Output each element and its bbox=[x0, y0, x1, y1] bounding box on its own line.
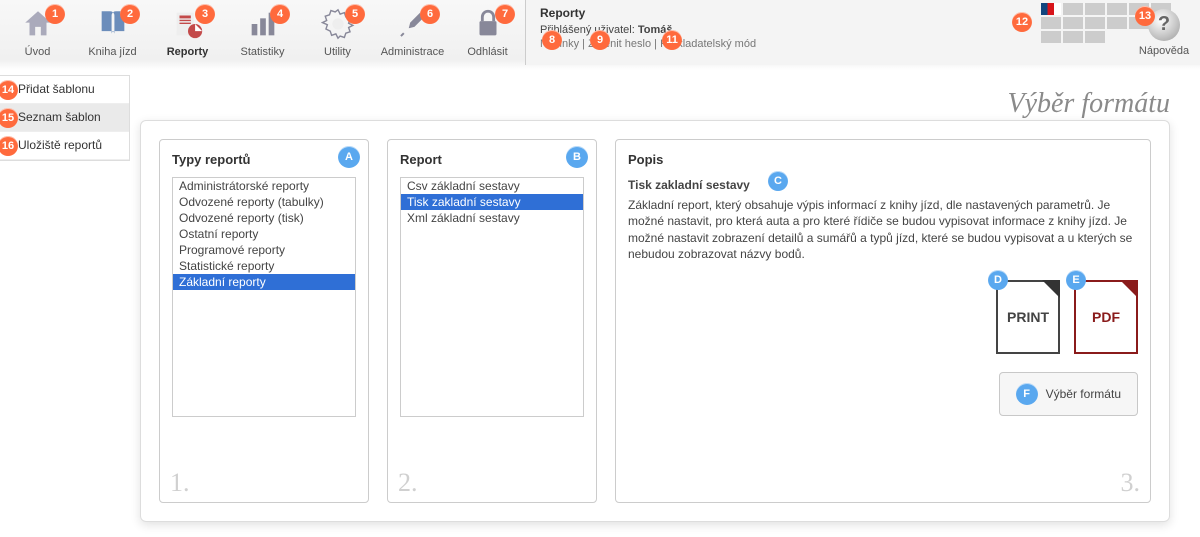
nav-label: Úvod bbox=[25, 46, 51, 58]
gear-icon bbox=[320, 6, 356, 42]
flag-pr[interactable] bbox=[1063, 31, 1083, 43]
list-option[interactable]: Programové reporty bbox=[173, 242, 355, 258]
list-option[interactable]: Odvozené reporty (tabulky) bbox=[173, 194, 355, 210]
sidebar-list-templates[interactable]: 15Seznam šablon bbox=[0, 104, 129, 132]
list-option[interactable]: Ostatní reporty bbox=[173, 226, 355, 242]
list-option[interactable]: Csv základní sestavy bbox=[401, 178, 583, 194]
badge-15: 15 bbox=[0, 108, 18, 128]
nav-label: Utility bbox=[324, 46, 351, 58]
column-title-types: Typy reportů bbox=[172, 152, 251, 167]
help-button[interactable]: 13 ? Nápověda bbox=[1129, 0, 1199, 65]
badge-B: B bbox=[566, 146, 588, 168]
header-link[interactable]: Změnit heslo9 bbox=[588, 38, 651, 50]
flag-fr[interactable] bbox=[1041, 17, 1061, 29]
home-icon bbox=[20, 6, 56, 42]
nav-reports[interactable]: Reporty 3 bbox=[150, 0, 225, 65]
lock-icon bbox=[470, 6, 506, 42]
nav-label: Statistiky bbox=[240, 46, 284, 58]
list-option[interactable]: Základní reporty bbox=[173, 274, 355, 290]
flag-pt[interactable] bbox=[1085, 17, 1105, 29]
nav-label: Odhlásit bbox=[467, 46, 507, 58]
badge-14: 14 bbox=[0, 80, 18, 100]
page-title: Výběr formátu bbox=[1007, 88, 1170, 120]
flag-en[interactable] bbox=[1063, 3, 1083, 15]
flag-de[interactable] bbox=[1063, 17, 1083, 29]
nav-label: Kniha jízd bbox=[88, 46, 136, 58]
format-print-icon[interactable]: PRINT D bbox=[996, 280, 1060, 354]
report-description-text: Základní report, který obsahuje výpis in… bbox=[628, 197, 1138, 262]
left-sidebar: 14Přidat šablonu15Seznam šablon16Uložišt… bbox=[0, 75, 130, 161]
listbox-report[interactable]: Csv základní sestavyTisk zakladní sestav… bbox=[400, 177, 584, 417]
nav-logout[interactable]: Odhlásit 7 bbox=[450, 0, 525, 65]
header-info-panel: Reporty Přihlášený uživatel: Tomáš 10 No… bbox=[525, 0, 1200, 65]
sidebar-add-template[interactable]: 14Přidat šablonu bbox=[0, 76, 129, 104]
badge-F: F bbox=[1016, 383, 1038, 405]
format-pdf-icon[interactable]: PDF E bbox=[1074, 280, 1138, 354]
help-icon: ? bbox=[1148, 9, 1180, 41]
header-link[interactable]: Překladatelský mód11 bbox=[660, 38, 756, 50]
badge-D: D bbox=[988, 270, 1008, 290]
select-format-button[interactable]: F Výběr formátu bbox=[999, 372, 1138, 416]
column-title-desc: Popis bbox=[628, 152, 1138, 167]
sidebar-report-storage[interactable]: 16Uložiště reportů bbox=[0, 132, 129, 160]
column-report-types: Typy reportů A Administrátorské reportyO… bbox=[159, 139, 369, 503]
column-report: Report B Csv základní sestavyTisk zaklad… bbox=[387, 139, 597, 503]
book-icon bbox=[95, 6, 131, 42]
nav-label: Administrace bbox=[381, 46, 445, 58]
list-option[interactable]: Odvozené reporty (tisk) bbox=[173, 210, 355, 226]
stats-icon bbox=[245, 6, 281, 42]
sidebar-label: Přidat šablonu bbox=[18, 82, 95, 96]
step-number-3: 3. bbox=[1121, 468, 1141, 498]
main-panel: Typy reportů A Administrátorské reportyO… bbox=[140, 120, 1170, 522]
nav-bookrides[interactable]: Kniha jízd 2 bbox=[75, 0, 150, 65]
flag-it[interactable] bbox=[1107, 17, 1127, 29]
badge-A: A bbox=[338, 146, 360, 168]
column-title-report: Report bbox=[400, 152, 442, 167]
listbox-report-types[interactable]: Administrátorské reportyOdvozené reporty… bbox=[172, 177, 356, 417]
list-option[interactable]: Administrátorské reporty bbox=[173, 178, 355, 194]
flag-do[interactable] bbox=[1085, 31, 1105, 43]
flag-us[interactable] bbox=[1085, 3, 1105, 15]
flag-br[interactable] bbox=[1041, 31, 1061, 43]
list-option[interactable]: Tisk zakladní sestavy bbox=[401, 194, 583, 210]
flag-ru[interactable] bbox=[1107, 3, 1127, 15]
nav-admin[interactable]: Administrace 6 bbox=[375, 0, 450, 65]
list-option[interactable]: Xml základní sestavy bbox=[401, 210, 583, 226]
step-number-2: 2. bbox=[398, 468, 418, 498]
column-description: Popis Tisk zakladní sestavy C Základní r… bbox=[615, 139, 1151, 503]
nav-utility[interactable]: Utility 5 bbox=[300, 0, 375, 65]
sidebar-label: Seznam šablon bbox=[18, 110, 101, 124]
sidebar-label: Uložiště reportů bbox=[18, 138, 102, 152]
flag-cz[interactable] bbox=[1041, 3, 1061, 15]
badge-16: 16 bbox=[0, 136, 18, 156]
nav-statistics[interactable]: Statistiky 4 bbox=[225, 0, 300, 65]
report-subtitle: Tisk zakladní sestavy bbox=[628, 178, 750, 192]
reports-icon bbox=[170, 6, 206, 42]
badge-E: E bbox=[1066, 270, 1086, 290]
nav-label: Reporty bbox=[167, 46, 209, 58]
header-link[interactable]: Novinky8 bbox=[540, 38, 579, 50]
badge-C: C bbox=[768, 171, 788, 191]
step-number-1: 1. bbox=[170, 468, 190, 498]
list-option[interactable]: Statistické reporty bbox=[173, 258, 355, 274]
tools-icon bbox=[395, 6, 431, 42]
nav-home[interactable]: Úvod 1 bbox=[0, 0, 75, 65]
